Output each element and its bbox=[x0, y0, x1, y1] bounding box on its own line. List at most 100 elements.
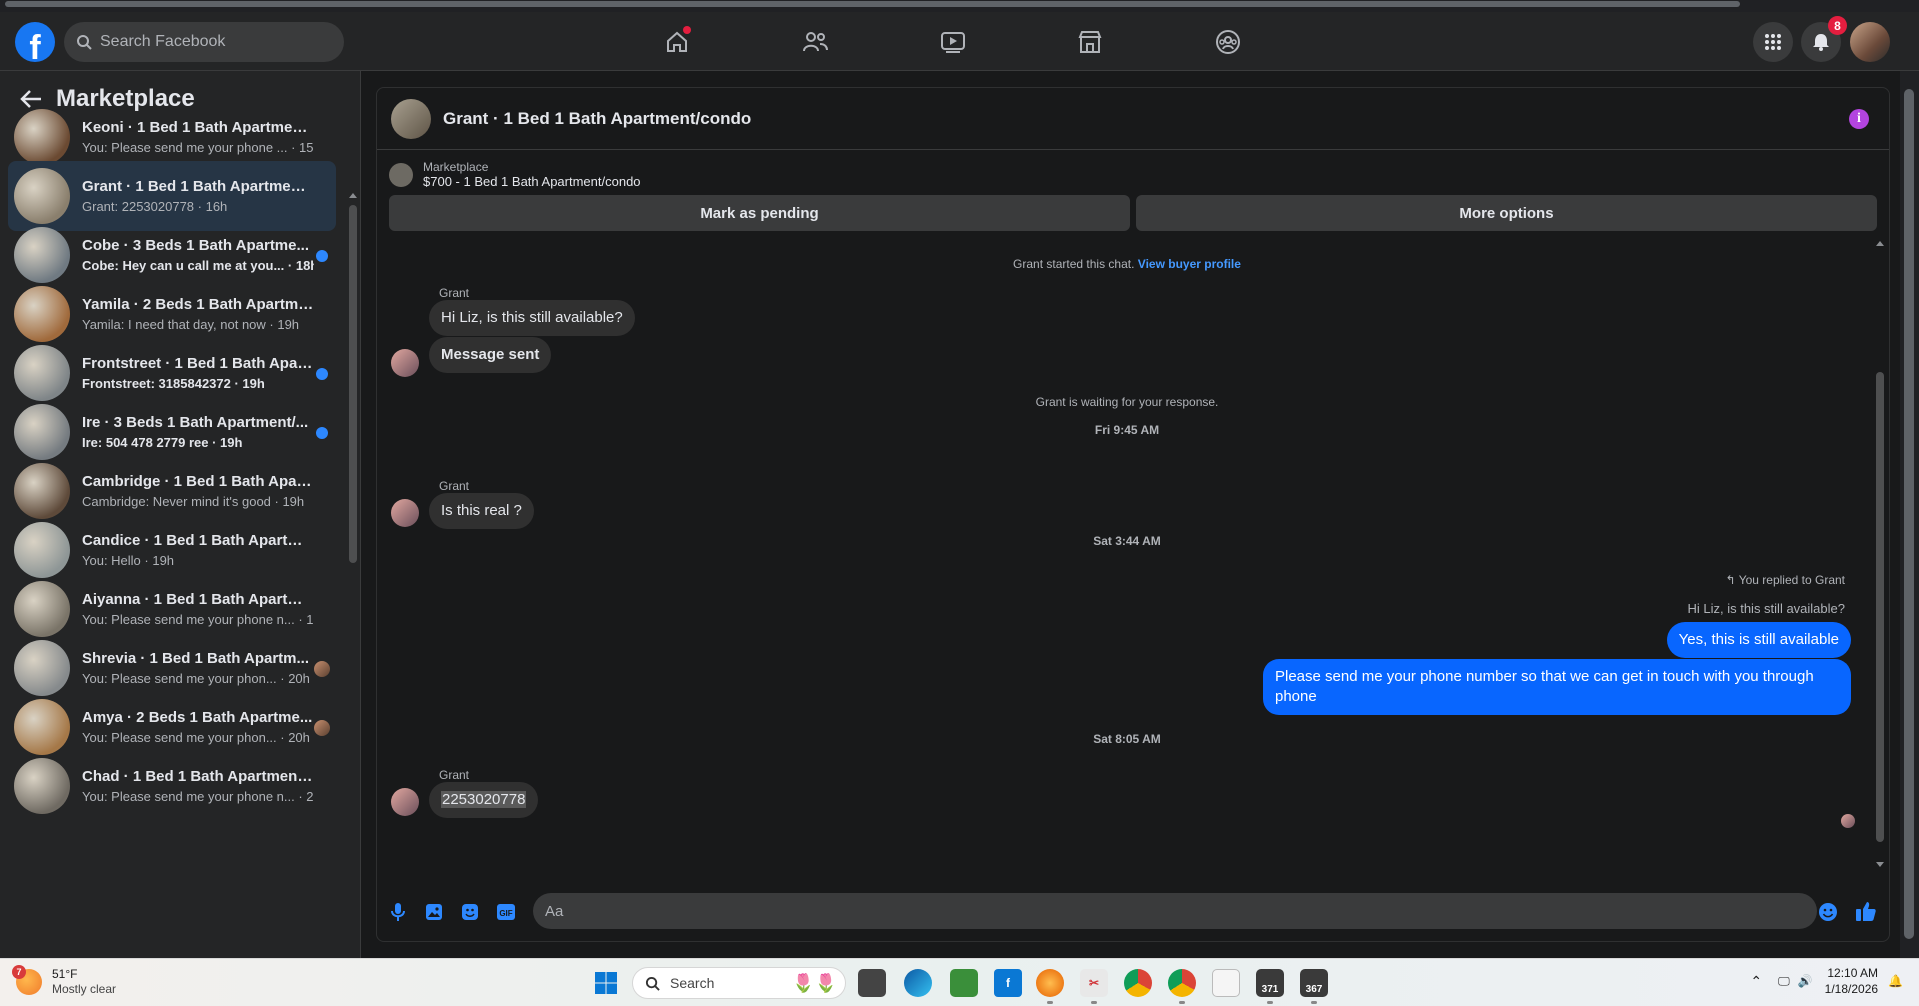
app-icon-371[interactable]: 371 bbox=[1256, 969, 1284, 997]
network-icon[interactable]: 🖵 bbox=[1778, 974, 1790, 989]
more-options-button[interactable]: More options bbox=[1136, 195, 1877, 231]
quoted-message[interactable]: Hi Liz, is this still available? bbox=[1687, 601, 1845, 616]
outgoing-message[interactable]: Yes, this is still available bbox=[1666, 622, 1851, 658]
view-buyer-profile-link[interactable]: View buyer profile bbox=[1138, 257, 1241, 271]
volume-icon[interactable]: 🔊 bbox=[1798, 974, 1813, 988]
conversation-item[interactable]: Chad · 1 Bed 1 Bath Apartment/c... You: P… bbox=[8, 751, 336, 821]
notifications-button[interactable]: 8 bbox=[1801, 16, 1847, 62]
conversation-preview: Grant: 2253020778 · 16h bbox=[82, 199, 228, 214]
marketplace-sidebar: Marketplace Keoni · 1 Bed 1 Bath Apartme… bbox=[0, 71, 361, 958]
chrome-icon[interactable] bbox=[1124, 969, 1152, 997]
reply-indicator: ↰ You replied to Grant bbox=[1725, 573, 1845, 587]
weather-badge: 7 bbox=[12, 965, 26, 979]
sender-avatar[interactable] bbox=[391, 349, 419, 377]
task-view-icon[interactable] bbox=[858, 969, 886, 997]
weather-widget[interactable]: 7 51°F Mostly clear bbox=[12, 965, 116, 997]
marketplace-icon[interactable] bbox=[1072, 24, 1108, 60]
incoming-message[interactable]: Message sent bbox=[429, 337, 552, 373]
chevron-up-icon[interactable]: ⌃ bbox=[1750, 973, 1762, 990]
firefox-icon[interactable] bbox=[1036, 969, 1064, 997]
message-thread: Grant started this chat. View buyer prof… bbox=[377, 237, 1877, 877]
windows-start-icon[interactable] bbox=[592, 969, 620, 997]
sender-avatar[interactable] bbox=[391, 499, 419, 527]
listing-thumbnail bbox=[14, 168, 70, 224]
windows-taskbar: 7 51°F Mostly clear Search 🌷🌷 f ✂ 371 367… bbox=[0, 958, 1919, 1006]
top-navigation: f 8 bbox=[0, 12, 1919, 71]
script-icon[interactable]: f bbox=[994, 969, 1022, 997]
chat-header: Grant · 1 Bed 1 Bath Apartment/condo i bbox=[377, 88, 1889, 150]
chat-panel: Grant · 1 Bed 1 Bath Apartment/condo i M… bbox=[376, 87, 1890, 942]
snipping-tool-icon[interactable]: ✂ bbox=[1080, 969, 1108, 997]
chat-title[interactable]: Grant · 1 Bed 1 Bath Apartment/condo bbox=[443, 109, 751, 129]
incoming-message[interactable]: Is this real ? bbox=[429, 493, 534, 529]
home-notification-dot bbox=[683, 26, 691, 34]
video-icon[interactable] bbox=[935, 24, 971, 60]
listing-thumbnail bbox=[14, 699, 70, 755]
conversation-preview: Yamila: I need that day, not now · 19h bbox=[82, 317, 300, 332]
sticker-icon[interactable] bbox=[459, 901, 481, 923]
listing-summary[interactable]: Marketplace $700 - 1 Bed 1 Bath Apartmen… bbox=[377, 150, 1889, 189]
emoji-icon[interactable] bbox=[1817, 901, 1839, 923]
file-icon[interactable] bbox=[1212, 969, 1240, 997]
profile-avatar[interactable] bbox=[1850, 22, 1890, 62]
outgoing-message[interactable]: Please send me your phone number so that… bbox=[1263, 659, 1851, 715]
incoming-message[interactable]: Hi Liz, is this still available? bbox=[429, 300, 635, 336]
sender-avatar[interactable] bbox=[391, 788, 419, 816]
conversation-title: Amya · 2 Beds 1 Bath Apartme... bbox=[82, 709, 313, 726]
unread-dot bbox=[316, 368, 328, 380]
unread-dot bbox=[316, 427, 328, 439]
svg-text:GIF: GIF bbox=[499, 909, 512, 918]
conversation-title: Cobe · 3 Beds 1 Bath Apartme... bbox=[82, 237, 309, 254]
conversation-preview: Frontstreet: 3185842372 · 19h bbox=[82, 376, 265, 391]
conversation-preview: You: Please send me your phone ... · 15m bbox=[82, 140, 314, 155]
notification-bell-icon[interactable]: 🔔 bbox=[1888, 974, 1903, 988]
conversation-title: Frontstreet · 1 Bed 1 Bath Apar... bbox=[82, 355, 314, 372]
listing-thumbnail bbox=[14, 109, 70, 165]
like-icon[interactable] bbox=[1855, 900, 1877, 922]
listing-title: $700 - 1 Bed 1 Bath Apartment/condo bbox=[423, 174, 641, 189]
photo-icon[interactable] bbox=[423, 901, 445, 923]
tulips-icon: 🌷🌷 bbox=[792, 972, 837, 993]
notification-badge: 8 bbox=[1828, 16, 1847, 35]
menu-grid-icon[interactable] bbox=[1753, 22, 1793, 62]
browser-scrollbar bbox=[0, 0, 1919, 12]
conversation-preview: Cambridge: Never mind it's good · 19h bbox=[82, 494, 305, 509]
mark-as-pending-button[interactable]: Mark as pending bbox=[389, 195, 1130, 231]
conversation-title: Candice · 1 Bed 1 Bath Apartmen... bbox=[82, 532, 314, 549]
timestamp: Sat 8:05 AM bbox=[1093, 732, 1161, 746]
conversation-preview: Ire: 504 478 2779 ree · 19h bbox=[82, 435, 243, 450]
listing-thumbnail bbox=[14, 404, 70, 460]
facebook-logo[interactable]: f bbox=[15, 22, 55, 62]
listing-thumbnail bbox=[389, 162, 413, 187]
seen-avatar bbox=[314, 720, 330, 736]
clock[interactable]: 12:10 AM 1/18/2026 bbox=[1825, 965, 1878, 997]
search-bar[interactable] bbox=[64, 22, 344, 62]
listing-avatar[interactable] bbox=[391, 98, 431, 139]
taskbar-search[interactable]: Search 🌷🌷 bbox=[632, 967, 846, 999]
gif-icon[interactable]: GIF bbox=[495, 901, 517, 923]
message-input[interactable] bbox=[533, 893, 1817, 929]
chat-started-notice: Grant started this chat. View buyer prof… bbox=[1013, 257, 1241, 271]
conversation-preview: You: Please send me your phone n... · 20… bbox=[82, 789, 314, 804]
sidebar-scrollbar[interactable] bbox=[348, 191, 358, 958]
listing-thumbnail bbox=[14, 227, 70, 283]
friends-icon[interactable] bbox=[797, 24, 833, 60]
microphone-icon[interactable] bbox=[387, 901, 409, 923]
groups-icon[interactable] bbox=[1210, 24, 1246, 60]
listing-thumbnail bbox=[14, 463, 70, 519]
incoming-message[interactable]: 2253020778 bbox=[429, 782, 539, 818]
timestamp: Fri 9:45 AM bbox=[1094, 423, 1160, 437]
search-input[interactable] bbox=[100, 33, 320, 51]
spreadsheet-icon[interactable] bbox=[950, 969, 978, 997]
home-icon[interactable] bbox=[659, 24, 695, 60]
page-scrollbar[interactable] bbox=[1900, 71, 1919, 958]
app-icon-367[interactable]: 367 bbox=[1300, 969, 1328, 997]
info-icon[interactable]: i bbox=[1849, 109, 1869, 129]
chat-scrollbar[interactable] bbox=[1875, 237, 1885, 877]
conversation-preview: You: Hello · 19h bbox=[82, 553, 175, 568]
sender-name: Grant bbox=[439, 768, 470, 782]
unread-dot bbox=[316, 250, 328, 262]
chrome-profile-icon[interactable] bbox=[1168, 969, 1196, 997]
edge-icon[interactable] bbox=[904, 969, 932, 997]
reply-icon: ↰ bbox=[1725, 573, 1736, 587]
